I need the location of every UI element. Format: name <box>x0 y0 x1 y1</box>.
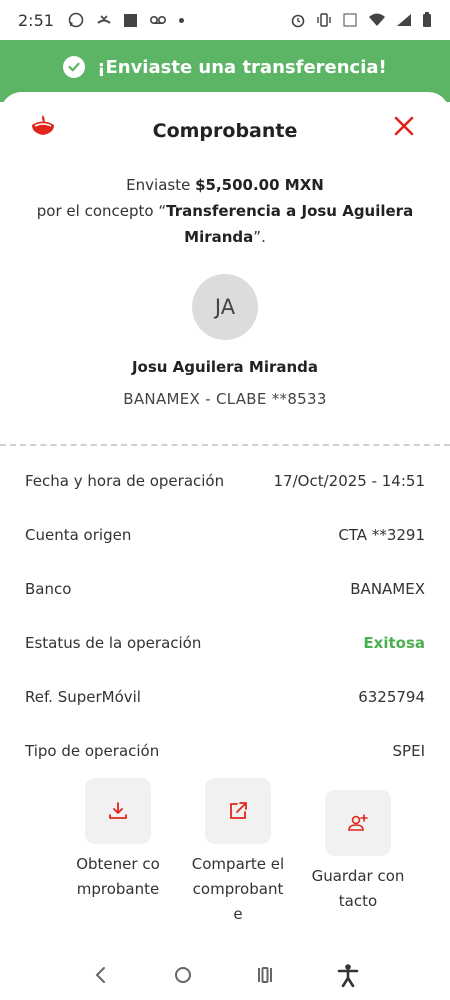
share-receipt-button[interactable]: Comparte el comprobante <box>190 778 286 927</box>
status-bar: 2:51 <box>0 0 450 40</box>
concept-suffix: ”. <box>253 228 266 246</box>
recipient-name: Josu Aguilera Miranda <box>131 358 319 376</box>
square-notification-icon <box>123 13 137 27</box>
transfer-concept: Transferencia a Josu Aguilera Miranda <box>166 202 414 246</box>
detail-value: CTA **3291 <box>338 526 425 544</box>
detail-value: SPEI <box>392 742 425 760</box>
receipt-header: Comprobante <box>0 92 450 172</box>
volte-icon <box>343 13 357 27</box>
detail-row-origin-account: Cuenta origen CTA **3291 <box>25 508 425 562</box>
recents-icon[interactable] <box>255 965 275 985</box>
concept-line: por el concepto “Transferencia a Josu Ag… <box>0 198 450 250</box>
signal-icon <box>397 14 411 26</box>
vibrate-icon <box>317 13 331 27</box>
detail-value: 17/Oct/2025 - 14:51 <box>273 472 425 490</box>
page-title: Comprobante <box>152 120 298 142</box>
add-contact-icon <box>348 814 368 831</box>
get-receipt-button[interactable]: Obtener comprobante <box>70 778 166 927</box>
detail-row-bank: Banco BANAMEX <box>25 562 425 616</box>
details-list: Fecha y hora de operación 17/Oct/2025 - … <box>0 454 450 778</box>
save-contact-label: Guardar contacto <box>311 867 405 910</box>
detail-label: Tipo de operación <box>25 742 160 760</box>
get-receipt-icon-button[interactable] <box>85 778 151 844</box>
detail-label: Estatus de la operación <box>25 634 202 652</box>
sent-prefix: Enviaste <box>126 176 196 194</box>
detail-row-reference: Ref. SuperMóvil 6325794 <box>25 670 425 724</box>
save-contact-button[interactable]: Guardar contacto <box>310 790 406 927</box>
alarm-icon <box>291 14 305 28</box>
detail-label: Ref. SuperMóvil <box>25 688 141 706</box>
banner-text: ¡Enviaste una transferencia! <box>97 56 387 78</box>
close-icon[interactable] <box>392 114 416 138</box>
whatsapp-icon <box>68 12 84 28</box>
transfer-summary: Enviaste $5,500.00 MXN por el concepto “… <box>0 172 450 250</box>
receipt-sheet: Comprobante Enviaste $5,500.00 MXN por e… <box>0 92 450 1000</box>
dashed-divider <box>0 444 450 446</box>
more-notifications-icon <box>178 17 184 23</box>
voicemail-icon <box>149 15 166 25</box>
action-buttons: Obtener comprobante Comparte el comproba… <box>0 778 450 927</box>
save-contact-icon-button[interactable] <box>325 790 391 856</box>
detail-label: Banco <box>25 580 72 598</box>
share-receipt-icon-button[interactable] <box>205 778 271 844</box>
battery-icon <box>423 12 431 27</box>
status-badge: Exitosa <box>363 634 425 652</box>
detail-value: BANAMEX <box>350 580 425 598</box>
get-receipt-label: Obtener comprobante <box>76 855 160 898</box>
system-nav-bar <box>0 950 450 1000</box>
recipient-bank-account: BANAMEX - CLABE **8533 <box>123 390 327 408</box>
back-icon[interactable] <box>91 965 111 985</box>
home-icon[interactable] <box>173 965 193 985</box>
detail-label: Cuenta origen <box>25 526 132 544</box>
detail-row-datetime: Fecha y hora de operación 17/Oct/2025 - … <box>25 454 425 508</box>
concept-prefix: por el concepto “ <box>36 202 167 220</box>
wifi-icon <box>369 13 385 26</box>
accessibility-icon[interactable] <box>337 963 359 987</box>
detail-row-operation-type: Tipo de operación SPEI <box>25 724 425 778</box>
detail-value: 6325794 <box>358 688 425 706</box>
share-icon <box>230 802 247 819</box>
check-circle-icon <box>63 56 86 78</box>
share-receipt-label: Comparte el comprobante <box>191 855 285 923</box>
detail-label: Fecha y hora de operación <box>25 472 225 490</box>
avatar: JA <box>192 274 258 340</box>
transfer-amount: $5,500.00 MXN <box>195 176 324 194</box>
download-icon <box>109 802 127 819</box>
amount-line: Enviaste $5,500.00 MXN <box>0 172 450 198</box>
status-time: 2:51 <box>18 10 54 30</box>
missed-call-icon <box>97 15 111 24</box>
detail-row-status: Estatus de la operación Exitosa <box>25 616 425 670</box>
